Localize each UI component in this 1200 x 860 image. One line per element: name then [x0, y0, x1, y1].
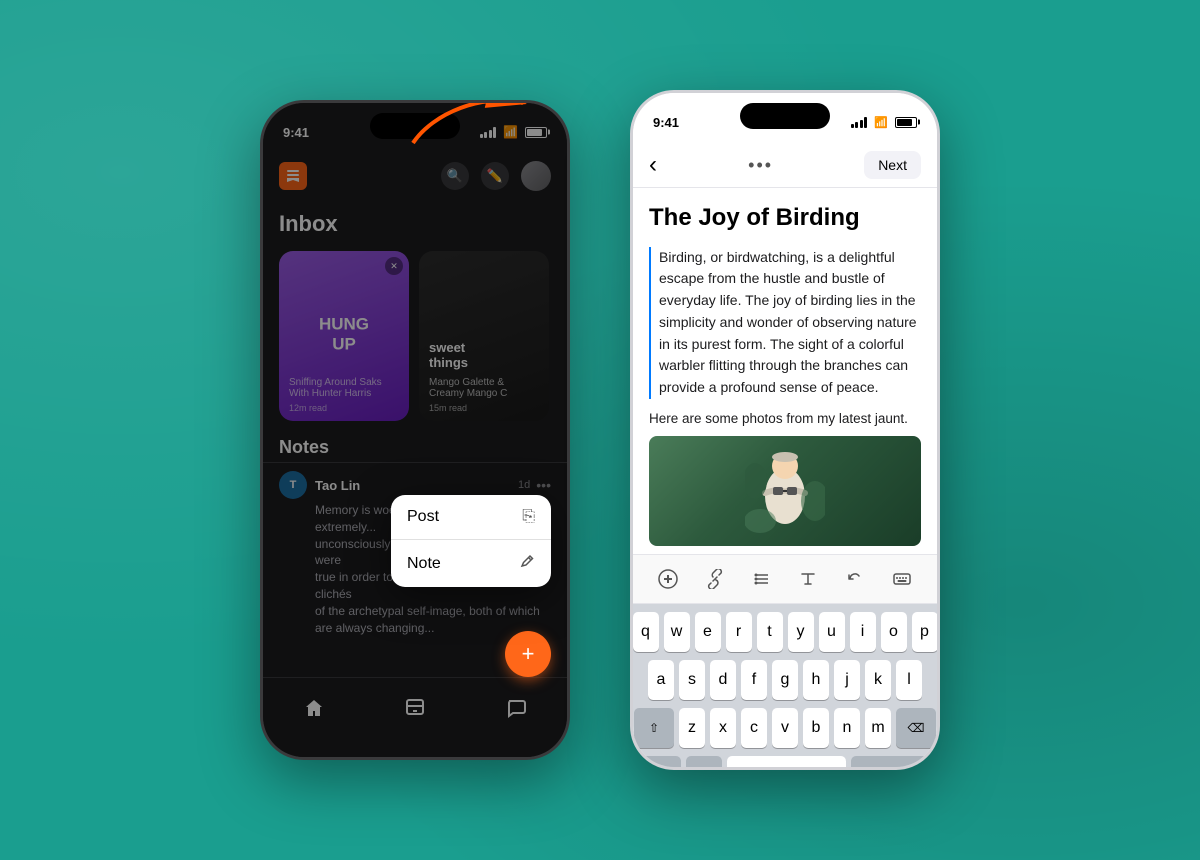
note-icon [519, 553, 535, 574]
toolbar-keyboard[interactable] [886, 563, 918, 595]
article-content: The Joy of Birding Birding, or birdwatch… [633, 188, 937, 554]
keyboard: q w e r t y u i o p a s d f g h j k [633, 604, 937, 770]
key-y[interactable]: y [788, 612, 814, 652]
key-r[interactable]: r [726, 612, 752, 652]
left-phone: 9:41 📶 [260, 100, 570, 760]
key-p[interactable]: p [912, 612, 938, 652]
format-toolbar [633, 554, 937, 604]
orange-arrow [403, 100, 533, 547]
phones-container: 9:41 📶 [260, 90, 940, 770]
article-image-svg [745, 441, 825, 541]
right-phone: 9:41 📶 ‹ ••• Next The Joy of B [630, 90, 940, 770]
key-o[interactable]: o [881, 612, 907, 652]
key-v[interactable]: v [772, 708, 798, 748]
key-g[interactable]: g [772, 660, 798, 700]
article-nav: ‹ ••• Next [633, 143, 937, 188]
keyboard-row-1: q w e r t y u i o p [637, 612, 933, 652]
article-image [649, 436, 921, 546]
key-n[interactable]: n [834, 708, 860, 748]
toolbar-add[interactable] [652, 563, 684, 595]
keyboard-row-3: ⇧ z x c v b n m ⌫ [637, 708, 933, 748]
shift-key[interactable]: ⇧ [634, 708, 674, 748]
note-label: Note [407, 555, 441, 573]
key-j[interactable]: j [834, 660, 860, 700]
key-h[interactable]: h [803, 660, 829, 700]
key-w[interactable]: w [664, 612, 690, 652]
signal-icon-right [851, 116, 868, 128]
space-key[interactable]: space [727, 756, 846, 770]
key-x[interactable]: x [710, 708, 736, 748]
key-m[interactable]: m [865, 708, 891, 748]
dynamic-island-right [740, 103, 830, 129]
key-l[interactable]: l [896, 660, 922, 700]
toolbar-list[interactable] [746, 563, 778, 595]
key-b[interactable]: b [803, 708, 829, 748]
key-q[interactable]: q [633, 612, 659, 652]
time-right: 9:41 [653, 115, 679, 130]
fab-button[interactable]: + [505, 631, 551, 677]
return-key[interactable]: return [851, 756, 931, 770]
back-button[interactable]: ‹ [649, 151, 657, 179]
more-button[interactable]: ••• [748, 155, 773, 176]
battery-icon-right [895, 117, 917, 128]
globe-key[interactable]: 🌐 [686, 756, 722, 770]
key-s[interactable]: s [679, 660, 705, 700]
key-k[interactable]: k [865, 660, 891, 700]
wifi-icon-right: 📶 [874, 116, 888, 129]
keyboard-row-2: a s d f g h j k l [637, 660, 933, 700]
article-body: Birding, or birdwatching, is a delightfu… [649, 247, 921, 399]
key-u[interactable]: u [819, 612, 845, 652]
keyboard-bottom-row: 123 🌐 space return [637, 756, 933, 770]
menu-item-note[interactable]: Note [391, 540, 551, 587]
toolbar-text[interactable] [792, 563, 824, 595]
key-z[interactable]: z [679, 708, 705, 748]
key-f[interactable]: f [741, 660, 767, 700]
key-i[interactable]: i [850, 612, 876, 652]
key-c[interactable]: c [741, 708, 767, 748]
toolbar-link[interactable] [699, 563, 731, 595]
delete-key[interactable]: ⌫ [896, 708, 936, 748]
key-a[interactable]: a [648, 660, 674, 700]
article-title: The Joy of Birding [649, 204, 921, 233]
key-e[interactable]: e [695, 612, 721, 652]
toolbar-undo[interactable] [839, 563, 871, 595]
key-d[interactable]: d [710, 660, 736, 700]
article-caption: Here are some photos from my latest jaun… [649, 411, 921, 426]
key-t[interactable]: t [757, 612, 783, 652]
next-button[interactable]: Next [864, 151, 921, 179]
num-key[interactable]: 123 [639, 756, 681, 770]
status-icons-right: 📶 [851, 116, 917, 129]
